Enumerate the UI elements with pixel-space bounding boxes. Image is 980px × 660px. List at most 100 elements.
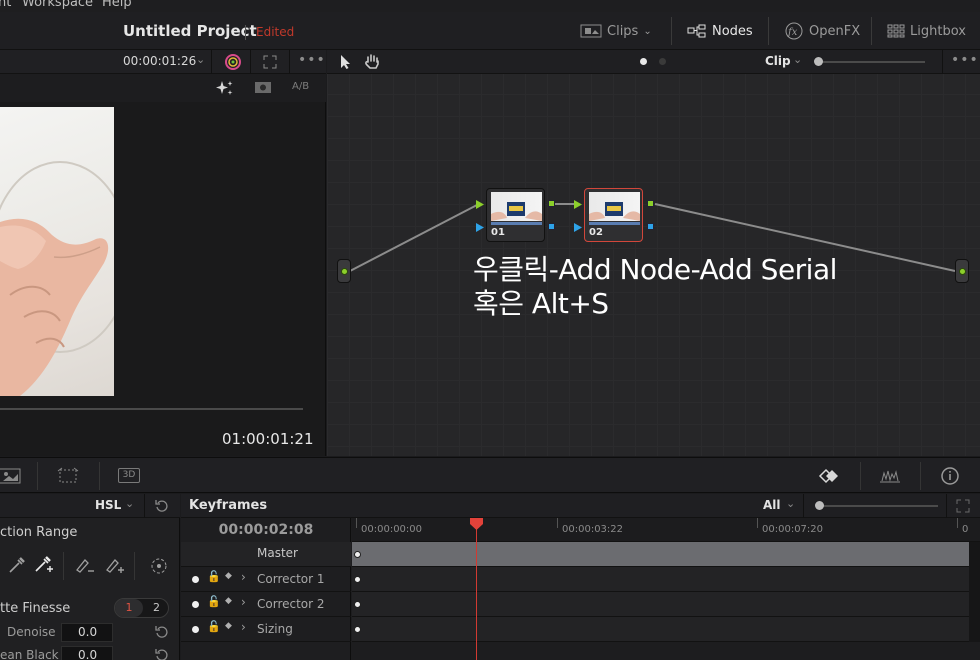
keyframe-marker[interactable] [354, 551, 361, 558]
keyframe-timeline[interactable]: 00:00:00:00 00:00:03:22 00:00:07:20 0 [352, 518, 980, 660]
track-enable-icon[interactable] [192, 576, 199, 583]
rgb-input-port-icon[interactable] [476, 200, 484, 209]
keyframe-diamond-icon[interactable]: ◆ [225, 571, 232, 581]
node-thumbnail-image [491, 202, 542, 221]
chevron-right-icon[interactable]: › [241, 570, 246, 584]
master-keyframe-lane[interactable] [352, 542, 969, 567]
color-wheel-icon[interactable] [224, 53, 242, 71]
output-port-icon[interactable] [959, 268, 966, 275]
chevron-down-icon[interactable]: ⌄ [196, 53, 205, 66]
reset-icon[interactable] [155, 625, 169, 639]
picker-add-icon[interactable] [34, 555, 54, 575]
info-icon[interactable] [940, 466, 960, 486]
highlight-icon[interactable] [254, 81, 272, 94]
lock-icon[interactable]: 🔓 [207, 595, 221, 608]
nodes-label: Nodes [712, 23, 753, 39]
menu-item-partial[interactable]: nt [0, 0, 11, 10]
track-row-corrector-2[interactable]: 🔓 ◆ › Corrector 2 [181, 592, 351, 617]
viewer-timecode-input[interactable]: 00:00:01:26 [123, 54, 196, 68]
rgb-input-port-icon[interactable] [574, 200, 582, 209]
keyframe-marker[interactable] [354, 576, 361, 583]
collapse-icon[interactable] [956, 499, 970, 513]
qualifier-mode-select[interactable]: HSL [95, 498, 121, 512]
keyframe-diamond-icon[interactable]: ◆ [225, 621, 232, 631]
lightbox-button[interactable]: Lightbox [887, 21, 966, 41]
denoise-field[interactable]: 0.0 [61, 623, 113, 642]
keyframe-filter-select[interactable]: All [763, 498, 781, 512]
video-frame [0, 107, 114, 396]
corrector-1-keyframe-lane[interactable] [352, 567, 969, 592]
sparkle-icon[interactable] [214, 80, 234, 96]
invert-qualifier-icon[interactable] [148, 555, 170, 577]
chevron-right-icon[interactable]: › [241, 595, 246, 609]
chevron-down-icon[interactable]: ⌄ [786, 497, 795, 510]
annotation-line-1: 우클릭-Add Node-Add Serial [473, 253, 837, 286]
clean-black-label: ean Black [0, 648, 59, 660]
key-output-port-icon[interactable] [548, 223, 555, 230]
expand-icon[interactable] [263, 55, 277, 69]
keyframe-timecode: 00:00:02:08 [218, 522, 314, 538]
reset-icon[interactable] [155, 648, 169, 660]
clips-button[interactable]: Clips ⌄ [580, 21, 652, 41]
reset-icon[interactable] [155, 499, 169, 513]
menu-item-workspace[interactable]: Workspace [22, 0, 93, 10]
finesse-tab-1[interactable]: 1 [115, 599, 143, 617]
keyframes-icon[interactable] [817, 468, 843, 484]
menu-item-help[interactable]: Help [102, 0, 132, 10]
playhead-handle[interactable] [469, 518, 484, 530]
image-palette-icon[interactable] [0, 468, 22, 484]
track-enable-icon[interactable] [192, 626, 199, 633]
tracker-icon[interactable] [57, 467, 79, 485]
node-label: 02 [589, 227, 603, 238]
corrector-node-01[interactable]: 01 [486, 188, 545, 242]
tutorial-annotation: 우클릭-Add Node-Add Serial 혹은 Alt+S [473, 253, 837, 321]
track-row-corrector-1[interactable]: 🔓 ◆ › Corrector 1 [181, 567, 351, 592]
picker-icon[interactable] [8, 556, 26, 574]
keyframe-marker[interactable] [354, 601, 361, 608]
keyframe-zoom-track[interactable] [818, 505, 938, 507]
timeline-scrollbar[interactable] [969, 542, 980, 642]
scrub-bar[interactable] [0, 408, 303, 410]
ruler-tick [757, 518, 758, 528]
sizing-keyframe-lane[interactable] [352, 617, 969, 642]
source-port-icon[interactable] [341, 268, 348, 275]
output-node[interactable] [955, 259, 969, 283]
viewer-subtoolbar: A/B [0, 74, 326, 102]
ab-compare-button[interactable]: A/B [292, 81, 309, 92]
track-enable-icon[interactable] [192, 601, 199, 608]
toolbar-divider [289, 50, 290, 74]
keyframes-title: Keyframes [189, 498, 268, 513]
track-row-master[interactable]: Master [181, 542, 351, 567]
chevron-down-icon[interactable]: ⌄ [125, 497, 134, 510]
openfx-button[interactable]: fx OpenFX [784, 21, 860, 41]
lock-icon[interactable]: 🔓 [207, 570, 221, 583]
clean-black-field[interactable]: 0.0 [61, 646, 113, 660]
toolbar-divider [920, 462, 921, 490]
corrector-2-keyframe-lane[interactable] [352, 592, 969, 617]
track-label: Sizing [257, 622, 293, 636]
lock-icon[interactable]: 🔓 [207, 620, 221, 633]
chevron-right-icon[interactable]: › [241, 620, 246, 634]
node-bar [589, 222, 640, 225]
scopes-icon[interactable] [879, 468, 901, 484]
key-output-port-icon[interactable] [647, 223, 654, 230]
keyframe-zoom-handle[interactable] [815, 501, 824, 510]
track-label: Corrector 1 [257, 572, 325, 586]
nodes-button[interactable]: Nodes [687, 21, 753, 41]
finesse-tab-2[interactable]: 2 [145, 599, 168, 617]
timeline-ruler[interactable]: 00:00:00:00 00:00:03:22 00:00:07:20 0 [352, 518, 980, 542]
rgb-output-port-icon[interactable] [548, 200, 555, 207]
more-options-icon[interactable]: ••• [298, 52, 326, 68]
source-input-node[interactable] [337, 259, 351, 283]
keyframe-diamond-icon[interactable]: ◆ [225, 596, 232, 606]
softness-add-icon[interactable] [105, 556, 125, 574]
key-input-port-icon[interactable] [574, 223, 582, 232]
key-input-port-icon[interactable] [476, 223, 484, 232]
corrector-node-02[interactable]: 02 [584, 188, 643, 242]
softness-subtract-icon[interactable] [75, 556, 95, 574]
rgb-output-port-icon[interactable] [647, 200, 654, 207]
3d-button[interactable]: 3D [118, 468, 140, 483]
keyframe-marker[interactable] [354, 626, 361, 633]
track-row-sizing[interactable]: 🔓 ◆ › Sizing [181, 617, 351, 642]
node-editor[interactable]: Clip ⌄ ••• 01 02 우클릭-Add Node-Add Serial… [327, 50, 980, 456]
